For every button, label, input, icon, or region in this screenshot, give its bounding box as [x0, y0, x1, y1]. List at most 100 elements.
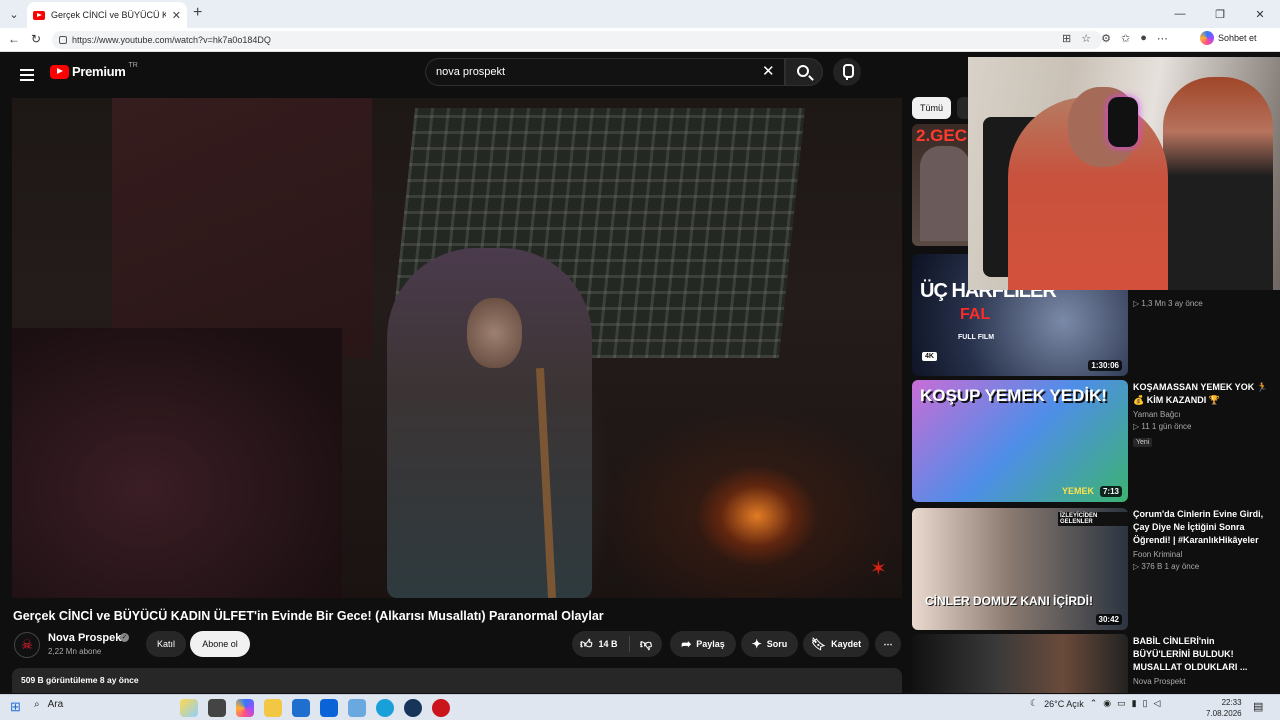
tray-app-icon[interactable]: ◉	[1103, 698, 1111, 709]
recommendation-thumbnail[interactable]: KOŞUP YEMEK YEDİK! YEMEK 7:13	[912, 380, 1128, 502]
desktop-window: ⌄ Gerçek CİNCİ ve BÜYÜCÜ KADIN Ü ✕ + — ❐…	[0, 0, 1280, 720]
ask-label: Soru	[766, 639, 788, 649]
save-button[interactable]: 🔖︎ Kaydet	[803, 631, 869, 657]
volume-icon[interactable]: ◁	[1154, 698, 1161, 709]
network-icon[interactable]: ▭	[1117, 698, 1126, 709]
weather-text[interactable]: 26°C Açık	[1044, 699, 1084, 709]
recommendation-title[interactable]: KOŞAMASSAN YEMEK YOK 🏃 💰 KİM KAZANDI 🏆	[1133, 381, 1273, 407]
thumbnail-subtext: FAL	[960, 306, 991, 323]
app-red-icon[interactable]	[432, 699, 450, 717]
profile-avatar-icon[interactable]: ●	[1140, 32, 1147, 45]
recommendation-channel[interactable]: Nova Prospekt	[1133, 677, 1273, 686]
edge-browser-icon[interactable]	[376, 699, 394, 717]
ask-button[interactable]: ✦ Soru	[741, 631, 798, 657]
extensions-icon[interactable]: ⚙	[1101, 32, 1111, 45]
notifications-icon[interactable]: ▤	[1253, 700, 1263, 713]
video-duration: 7:13	[1099, 486, 1122, 497]
hamburger-menu-icon[interactable]	[20, 66, 34, 84]
youtube-premium-logo[interactable]: Premium TR	[50, 62, 138, 79]
dislike-button[interactable]: 👎︎	[630, 637, 662, 652]
start-windows-icon[interactable]: ⊞	[10, 699, 21, 715]
channel-watermark-icon[interactable]: ✶	[870, 556, 887, 581]
favorite-star-icon[interactable]: ☆	[1081, 32, 1091, 45]
browser-tab-bar: ⌄ Gerçek CİNCİ ve BÜYÜCÜ KADIN Ü ✕ + — ❐…	[0, 0, 1280, 28]
thumbnail-figure	[920, 146, 970, 241]
system-tray: ☾ 26°C Açık ⌃ ◉ ▭ ▮ ▯ ◁	[1030, 698, 1160, 709]
subscriber-count: 2,22 Mn abone	[48, 647, 102, 656]
headphones-icon	[1108, 97, 1138, 147]
join-button[interactable]: Katıl	[146, 631, 186, 657]
recommendation-channel[interactable]: Foon Kriminal	[1133, 550, 1273, 559]
thumbnail-text: CİNLER DOMUZ KANI İÇİRDİ!	[925, 594, 1093, 608]
webcam-person-woman	[1163, 77, 1273, 290]
recommendation-title[interactable]: BABİL CİNLERİ'nin BÜYÜ'LERİNİ BULDUK! MU…	[1133, 635, 1273, 674]
more-actions-button[interactable]: ⋯	[875, 631, 901, 657]
reload-icon[interactable]: ↻	[31, 32, 41, 46]
scene-curtain	[112, 98, 372, 358]
app-available-icon[interactable]: ⊞	[1062, 32, 1071, 45]
channel-name[interactable]: Nova Prospekt	[48, 632, 125, 644]
recommendation-stats: ▷ 11 1 gün önce	[1133, 422, 1192, 431]
recommendation-title[interactable]: Çorum'da Cinlerin Evine Girdi, Çay Diye …	[1133, 508, 1273, 547]
search-input[interactable]: nova prospekt	[425, 58, 785, 86]
battery-icon[interactable]: ▯	[1143, 698, 1148, 709]
store-icon[interactable]	[292, 699, 310, 717]
description-box[interactable]: 509 B görüntüleme 8 ay önce	[12, 668, 902, 693]
photos-icon[interactable]	[348, 699, 366, 717]
more-menu-icon[interactable]: ⋯	[1157, 32, 1168, 45]
search-icon	[797, 65, 809, 77]
tab-close-icon[interactable]: ✕	[172, 9, 181, 22]
microphone-icon[interactable]: ▮	[1132, 698, 1137, 709]
tab-actions-chevron-icon[interactable]: ⌄	[4, 4, 24, 24]
video-player[interactable]: ✶	[12, 98, 902, 598]
new-tab-plus-icon[interactable]: +	[193, 4, 202, 22]
back-arrow-icon[interactable]: ←	[8, 32, 20, 46]
channel-avatar[interactable]: ☠	[14, 632, 40, 658]
search-button[interactable]	[785, 58, 823, 86]
voice-search-mic-icon[interactable]	[833, 58, 861, 86]
thumbs-up-icon: 👍︎	[580, 636, 593, 651]
subscribe-button[interactable]: Abone ol	[190, 631, 250, 657]
thumbs-down-icon: 👎︎	[639, 636, 653, 651]
like-count: 14 B	[598, 639, 618, 649]
tray-chevron-icon[interactable]: ⌃	[1090, 698, 1098, 709]
address-bar-icons: ⊞ ☆ ⚙ ✩ ● ⋯	[1062, 32, 1168, 45]
share-button[interactable]: ➦ Paylaş	[670, 631, 736, 657]
like-button[interactable]: 👍︎ 14 B	[572, 636, 630, 652]
recommendation-channel[interactable]: Yaman Bağcı	[1133, 410, 1273, 419]
widgets-icon[interactable]	[180, 699, 198, 717]
scene-face	[467, 298, 522, 368]
share-arrow-icon: ➦	[681, 637, 692, 651]
bookmark-icon: 🔖︎	[810, 637, 827, 651]
outlook-icon[interactable]	[320, 699, 338, 717]
chip-all[interactable]: Tümü	[912, 97, 952, 119]
save-label: Kaydet	[831, 639, 862, 649]
window-close-icon[interactable]: ✕	[1240, 0, 1280, 28]
site-info-icon[interactable]	[59, 36, 67, 44]
search-icon: ⌕	[34, 699, 40, 710]
restore-icon[interactable]: ❐	[1200, 0, 1240, 28]
recommendation-thumbnail[interactable]	[912, 634, 1128, 693]
weather-moon-icon: ☾	[1030, 698, 1039, 708]
copilot-icon	[1200, 31, 1214, 45]
recommendation-thumbnail[interactable]: İZLEYİCİDEN GELENLER CİNLER DOMUZ KANI İ…	[912, 508, 1128, 630]
recommendation-stats: ▷ 376 B 1 ay önce	[1133, 562, 1200, 571]
file-explorer-icon[interactable]	[264, 699, 282, 717]
search-clear-icon[interactable]: ✕	[762, 62, 775, 80]
address-bar[interactable]: https://www.youtube.com/watch?v=hk7a0o18…	[52, 31, 1102, 49]
thumbnail-subtext: İZLEYİCİDEN GELENLER	[1058, 512, 1128, 526]
browser-tab-active[interactable]: Gerçek CİNCİ ve BÜYÜCÜ KADIN Ü ✕	[27, 2, 187, 28]
copilot-button[interactable]: Sohbet et	[1200, 31, 1257, 45]
recommendation-meta: BABİL CİNLERİ'nin BÜYÜ'LERİNİ BULDUK! MU…	[1133, 635, 1273, 686]
steam-icon[interactable]	[404, 699, 422, 717]
windows-taskbar: ⊞ ⌕ Ara ☾ 26°C Açık ⌃ ◉ ▭ ▮ ▯ ◁ 22:33 7.…	[0, 694, 1280, 720]
taskbar-clock[interactable]: 22:33 7.08.2026	[1206, 697, 1242, 719]
favorites-list-icon[interactable]: ✩	[1121, 32, 1130, 45]
task-view-icon[interactable]	[208, 699, 226, 717]
verified-check-icon: ✓	[120, 633, 129, 642]
minimize-icon[interactable]: —	[1160, 0, 1200, 28]
thumbnail-subtext: YEMEK	[1062, 486, 1095, 496]
taskbar-search[interactable]: ⌕ Ara	[34, 699, 63, 710]
logo-region: TR	[128, 62, 138, 69]
copilot-app-icon[interactable]	[236, 699, 254, 717]
